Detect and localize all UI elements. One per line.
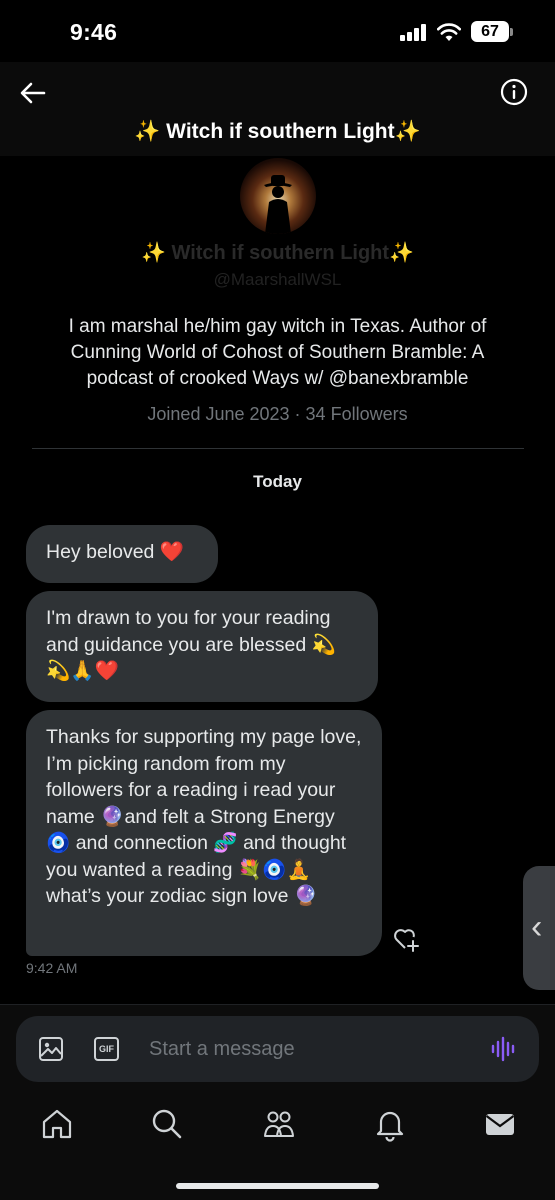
- chevron-left-icon: ‹: [531, 908, 543, 946]
- conversation-header: ✨ Witch if southern Light✨: [0, 62, 555, 156]
- divider: [32, 448, 524, 449]
- image-icon[interactable]: [38, 1036, 64, 1062]
- cellular-signal-icon: [400, 24, 426, 41]
- info-icon[interactable]: [498, 76, 530, 108]
- status-time: 9:46: [70, 19, 118, 45]
- date-separator: Today: [253, 472, 302, 491]
- message-input[interactable]: [149, 1035, 449, 1063]
- communities-icon[interactable]: [261, 1106, 297, 1142]
- add-reaction-icon[interactable]: [392, 926, 420, 952]
- battery-cap: [510, 28, 513, 36]
- profile-avatar[interactable]: [240, 158, 316, 234]
- wifi-icon: [437, 23, 461, 41]
- message-bubble[interactable]: Hey beloved ❤️: [26, 525, 218, 583]
- voice-message-icon[interactable]: [490, 1036, 518, 1062]
- notifications-icon[interactable]: [372, 1106, 408, 1142]
- profile-handle: @MaarshallWSL: [213, 270, 342, 289]
- back-arrow-icon[interactable]: [16, 76, 50, 110]
- home-icon[interactable]: [39, 1106, 75, 1142]
- joined-date: Joined June 2023: [147, 404, 290, 424]
- message-bubble[interactable]: Thanks for supporting my page love, I’m …: [26, 710, 382, 956]
- message-composer: GIF: [16, 1016, 539, 1082]
- messages-icon[interactable]: [482, 1106, 518, 1142]
- followers-count[interactable]: 34 Followers: [306, 404, 408, 424]
- status-bar: 9:46 67: [0, 0, 555, 62]
- meta-separator: ·: [294, 404, 306, 424]
- message-bubble[interactable]: I'm drawn to you for your reading and gu…: [26, 591, 378, 702]
- home-indicator: [176, 1183, 379, 1189]
- profile-meta: Joined June 2023 · 34 Followers: [0, 404, 555, 425]
- side-panel-handle[interactable]: ‹: [523, 866, 555, 990]
- conversation-title[interactable]: ✨ Witch if southern Light✨: [0, 120, 555, 144]
- message-timestamp: 9:42 AM: [26, 960, 78, 976]
- battery-indicator: 67: [471, 21, 509, 42]
- gif-button[interactable]: GIF: [94, 1037, 119, 1061]
- avatar-silhouette: [264, 175, 292, 234]
- profile-bio: I am marshal he/him gay witch in Texas. …: [68, 316, 487, 389]
- search-icon[interactable]: [149, 1106, 185, 1142]
- profile-name: ✨ Witch if southern Light✨: [141, 242, 414, 264]
